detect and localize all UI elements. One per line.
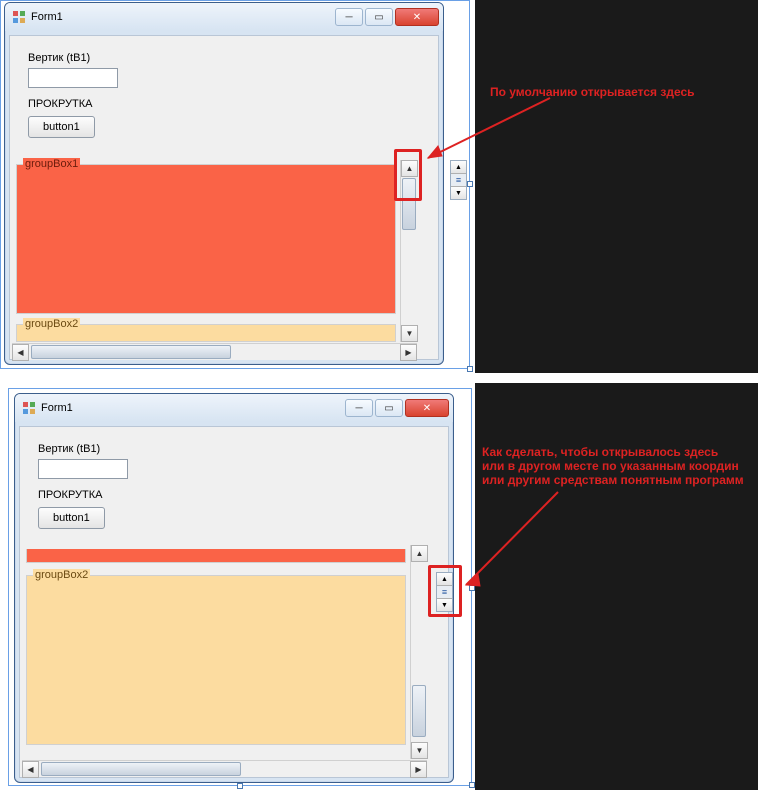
client-area: Вертик (tB1) ПРОКРУТКА button1 groupBox1… <box>9 35 439 360</box>
resize-handle[interactable] <box>467 366 473 372</box>
side-control-down-icon[interactable]: ▼ <box>451 186 466 199</box>
annotation-arrow-top <box>420 96 570 176</box>
scroll-up-icon[interactable]: ▲ <box>411 545 428 562</box>
button1[interactable]: button1 <box>28 116 95 138</box>
groupbox1-strip <box>26 549 406 563</box>
label-scroll: ПРОКРУТКА <box>28 98 93 110</box>
groupbox1: groupBox1 <box>16 164 396 314</box>
minimize-button[interactable]: ─ <box>345 399 373 417</box>
titlebar[interactable]: Form1 ─ ▭ ✕ <box>5 3 443 31</box>
groupbox2-title: groupBox2 <box>23 318 80 330</box>
vertical-scrollbar[interactable]: ▲ ▼ <box>410 545 427 759</box>
close-button[interactable]: ✕ <box>395 8 439 26</box>
horizontal-scrollbar[interactable]: ◀ ▶ <box>22 760 427 777</box>
annotation-line: Как сделать, чтобы открывалось здесь <box>482 445 718 459</box>
scroll-right-icon[interactable]: ▶ <box>410 761 427 778</box>
window-bottom: Form1 ─ ▭ ✕ Вертик (tB1) ПРОКРУТКА butto… <box>14 393 454 783</box>
background-dark-top <box>475 0 758 373</box>
window-top: Form1 ─ ▭ ✕ Вертик (tB1) ПРОКРУТКА butto… <box>4 2 444 365</box>
textbox-tb1[interactable] <box>28 68 118 88</box>
app-icon <box>11 9 27 25</box>
maximize-button[interactable]: ▭ <box>375 399 403 417</box>
scroll-down-icon[interactable]: ▼ <box>411 742 428 759</box>
groupbox1-title: groupBox1 <box>23 158 80 170</box>
titlebar[interactable]: Form1 ─ ▭ ✕ <box>15 394 453 422</box>
groupbox2: groupBox2 <box>16 324 396 342</box>
label-scroll: ПРОКРУТКА <box>38 489 103 501</box>
maximize-button[interactable]: ▭ <box>365 8 393 26</box>
close-button[interactable]: ✕ <box>405 399 449 417</box>
annotation-line: или в другом месте по указанным координ <box>482 459 739 473</box>
horizontal-scrollbar[interactable]: ◀ ▶ <box>12 343 417 360</box>
client-area: Вертик (tB1) ПРОКРУТКА button1 groupBox2… <box>19 426 449 778</box>
resize-handle[interactable] <box>469 782 475 788</box>
annotation-line: или другим средствам понятным программ <box>482 473 744 487</box>
scroll-left-icon[interactable]: ◀ <box>12 344 29 361</box>
scroll-left-icon[interactable]: ◀ <box>22 761 39 778</box>
resize-handle[interactable] <box>467 181 473 187</box>
annotation-bottom: Как сделать, чтобы открывалось здесь или… <box>482 445 744 487</box>
scrollbar-thumb[interactable] <box>412 685 426 737</box>
groupbox2: groupBox2 <box>26 575 406 745</box>
label-vertik: Вертик (tB1) <box>28 52 90 64</box>
scrollbar-thumb[interactable] <box>41 762 241 776</box>
annotation-arrow-bottom <box>458 490 598 600</box>
window-title: Form1 <box>41 402 73 414</box>
scroll-right-icon[interactable]: ▶ <box>400 344 417 361</box>
button1-label: button1 <box>43 121 80 133</box>
window-title: Form1 <box>31 11 63 23</box>
groupbox2-title: groupBox2 <box>33 569 90 581</box>
button1-label: button1 <box>53 512 90 524</box>
resize-handle[interactable] <box>237 783 243 789</box>
highlight-box-top <box>394 149 422 201</box>
separator <box>0 373 758 383</box>
app-icon <box>21 400 37 416</box>
scroll-down-icon[interactable]: ▼ <box>401 325 418 342</box>
textbox-tb1[interactable] <box>38 459 128 479</box>
label-vertik: Вертик (tB1) <box>38 443 100 455</box>
minimize-button[interactable]: ─ <box>335 8 363 26</box>
highlight-box-bottom <box>428 565 462 617</box>
scrollbar-thumb[interactable] <box>31 345 231 359</box>
button1[interactable]: button1 <box>38 507 105 529</box>
